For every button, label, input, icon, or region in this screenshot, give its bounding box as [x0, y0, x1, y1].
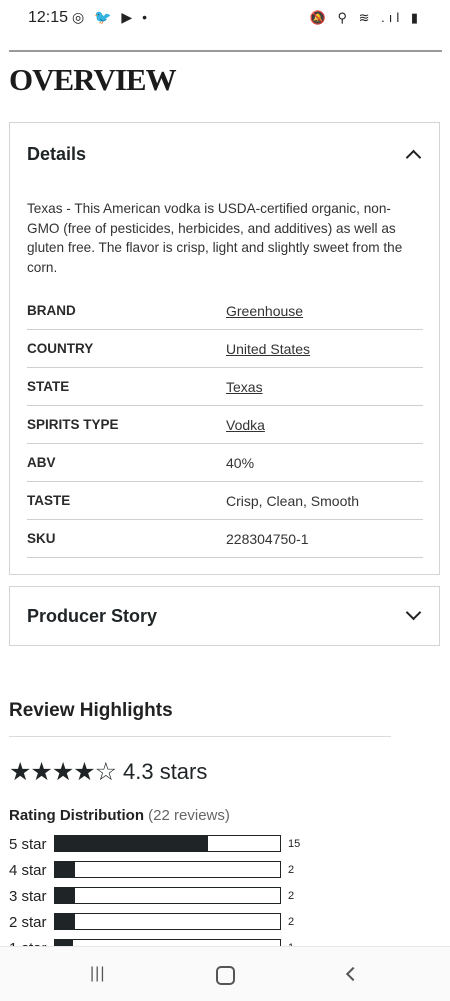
chevron-up-icon[interactable]: [405, 149, 422, 166]
rating-bar-fill: [55, 888, 76, 903]
rating-bar: [54, 887, 281, 904]
status-time: 12:15: [28, 9, 69, 26]
rating-row-4[interactable]: 4 star 2: [9, 861, 309, 881]
chevron-down-icon[interactable]: [405, 604, 422, 621]
spec-label: TASTE: [27, 493, 71, 508]
country-link[interactable]: United States: [226, 341, 310, 357]
rating-row-count: 2: [288, 916, 295, 928]
state-link[interactable]: Texas: [226, 379, 263, 395]
review-count: (22 reviews): [148, 807, 230, 824]
rating-row-label: 5 star: [9, 836, 47, 853]
system-nav-bar: |||: [0, 946, 450, 1001]
status-bar: 12:15 ◎ 🐦 ▶ • 🔕 ⚲ ≋ .ıl ▮: [0, 0, 450, 38]
spec-row-abv: ABV 40%: [27, 443, 423, 482]
rating-row-count: 15: [288, 838, 301, 850]
rating-row-label: 2 star: [9, 914, 47, 931]
rating-bar-fill: [55, 836, 209, 851]
spec-label: STATE: [27, 379, 70, 394]
spec-label: BRAND: [27, 303, 76, 318]
rating-row-3[interactable]: 3 star 2: [9, 887, 309, 907]
review-highlights-title: Review Highlights: [9, 700, 173, 721]
details-card: Details Texas - This American vodka is U…: [9, 122, 440, 575]
rating-distribution-label: Rating Distribution: [9, 807, 144, 824]
rating-bar-fill: [55, 914, 76, 929]
back-icon[interactable]: [345, 966, 361, 982]
spec-label: SPIRITS TYPE: [27, 417, 119, 432]
top-divider: [9, 50, 442, 52]
system-icons: 🔕 ⚲ ≋ .ıl ▮: [309, 10, 422, 25]
spec-row-country: COUNTRY United States: [27, 329, 423, 368]
details-title: Details: [27, 144, 87, 164]
rating-bar-fill: [55, 862, 76, 877]
spec-row-brand: BRAND Greenhouse: [27, 291, 423, 330]
star-rating-icon: ★★★★☆: [9, 758, 117, 786]
rating-value: 4.3 stars: [123, 759, 208, 784]
rating-bar: [54, 913, 281, 930]
spec-row-sku: SKU 228304750-1: [27, 519, 423, 558]
spec-row-state: STATE Texas: [27, 367, 423, 406]
rating-bar: [54, 835, 281, 852]
spec-label: SKU: [27, 531, 56, 546]
spirits-type-link[interactable]: Vodka: [226, 417, 265, 433]
page-title: OVERVIEW: [9, 62, 177, 97]
spec-label: ABV: [27, 455, 56, 470]
home-icon[interactable]: [216, 966, 235, 985]
sku-value: 228304750-1: [226, 531, 309, 547]
rating-row-count: 2: [288, 864, 295, 876]
spec-row-taste: TASTE Crisp, Clean, Smooth: [27, 481, 423, 520]
spec-label: COUNTRY: [27, 341, 94, 356]
producer-story-card[interactable]: Producer Story: [9, 586, 440, 646]
spec-row-spirits-type: SPIRITS TYPE Vodka: [27, 405, 423, 444]
rating-row-label: 4 star: [9, 862, 47, 879]
taste-value: Crisp, Clean, Smooth: [226, 493, 360, 509]
notification-icons: ◎ 🐦 ▶ •: [72, 9, 150, 25]
brand-link[interactable]: Greenhouse: [226, 303, 303, 319]
rating-row-label: 3 star: [9, 888, 47, 905]
product-description: Texas - This American vodka is USDA-cert…: [27, 201, 403, 275]
rating-bar: [54, 861, 281, 878]
recents-icon[interactable]: |||: [90, 965, 105, 983]
details-header[interactable]: Details: [10, 123, 439, 183]
abv-value: 40%: [226, 455, 255, 471]
rating-row-5[interactable]: 5 star 15: [9, 835, 309, 855]
producer-story-title: Producer Story: [27, 606, 158, 626]
rating-row-count: 2: [288, 890, 295, 902]
review-divider: [9, 736, 391, 737]
rating-distribution-title: Rating Distribution (22 reviews): [9, 807, 230, 824]
rating-row-2[interactable]: 2 star 2: [9, 913, 309, 933]
